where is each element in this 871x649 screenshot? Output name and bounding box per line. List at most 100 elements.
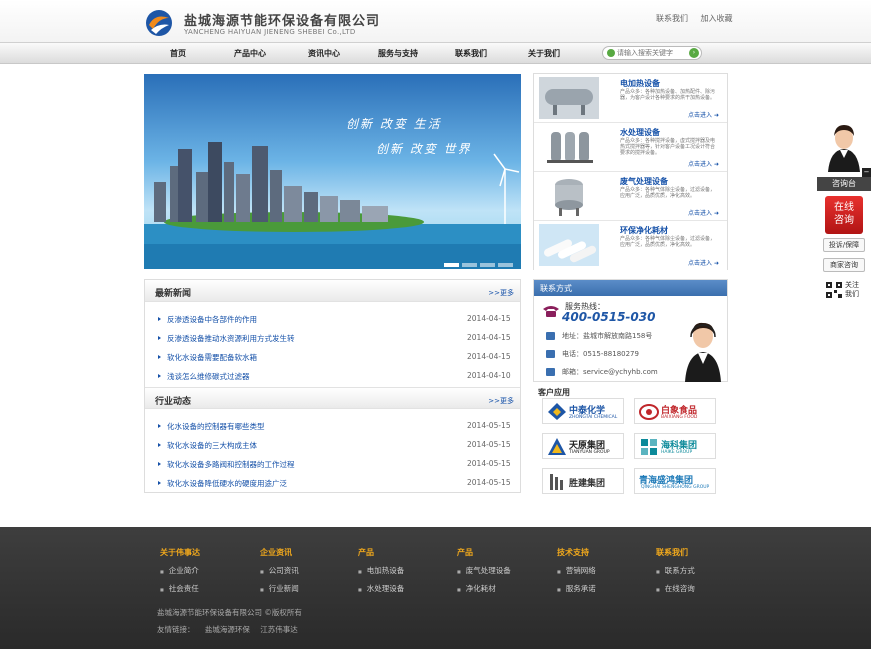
footer-link[interactable]: 服务承诺	[557, 583, 596, 594]
product-item[interactable]: 环保净化耗材 产品众多：各种气体除尘设备，过滤设备，应用广泛，品质优质，净化高效…	[534, 221, 727, 270]
qr-label-1: 关注	[845, 281, 859, 289]
online-line-1: 在线	[834, 202, 854, 213]
product-more-link[interactable]: 点击进入 ➜	[688, 159, 719, 168]
news-row[interactable]: 软化水设备需要配备软水箱 2014-04-15	[145, 348, 520, 367]
footer-link[interactable]: 水处理设备	[358, 583, 405, 594]
news-row[interactable]: 反渗透设备推动水资源利用方式发生转 2014-04-15	[145, 329, 520, 348]
client-logo[interactable]: 天原集团 TIANYUAN GROUP	[542, 433, 624, 459]
industry-link[interactable]: 软化水设备降低硬水的硬度用途广泛	[167, 478, 287, 489]
follow-us-qr[interactable]: 关注 我们	[823, 280, 865, 302]
bullet-icon	[158, 355, 161, 359]
copyright: 盐城海源节能环保设备有限公司 ©版权所有	[157, 608, 302, 617]
product-item[interactable]: 水处理设备 产品众多：各种搅拌设备，虚式搅拌器及电热式搅拌器等，针对客户设备工况…	[534, 123, 727, 172]
friend-link[interactable]: 江苏伟事达	[260, 625, 298, 634]
client-name-en: TIANYUAN GROUP	[569, 450, 610, 455]
main-nav: 首页 产品中心 资讯中心 服务与支持 联系我们 关于我们	[0, 42, 871, 64]
footer-link[interactable]: 废气处理设备	[457, 565, 511, 576]
qr-code-icon	[826, 282, 842, 298]
slide-dot[interactable]	[462, 263, 477, 267]
footer-col-title: 产品	[457, 548, 473, 557]
news-row[interactable]: 反渗透设备中各部件的作用 2014-04-15	[145, 310, 520, 329]
industry-link[interactable]: 软化水设备的三大构成主体	[167, 440, 257, 451]
footer-link[interactable]: 联系方式	[656, 565, 695, 576]
footer-link[interactable]: 净化耗材	[457, 583, 511, 594]
slide-dot[interactable]	[498, 263, 513, 267]
search-go-button[interactable]: ›	[689, 48, 699, 58]
contact-email[interactable]: 邮箱：service@ychyhb.com	[562, 367, 658, 377]
product-more-link[interactable]: 点击进入 ➜	[688, 208, 719, 217]
industry-date: 2014-05-15	[467, 478, 511, 487]
hero-banner[interactable]: 创新 改变 生活 创新 改变 世界	[144, 74, 521, 269]
slide-dot[interactable]	[444, 263, 459, 267]
product-name[interactable]: 电加热设备	[620, 78, 660, 89]
product-more-link[interactable]: 点击进入 ➜	[688, 258, 719, 267]
industry-link[interactable]: 软化水设备多路阀和控制器的工作过程	[167, 459, 295, 470]
nav-news[interactable]: 资讯中心	[308, 48, 340, 59]
complaint-button[interactable]: 投诉/保障	[823, 238, 865, 252]
footer-col-title: 企业资讯	[260, 548, 292, 557]
industry-link[interactable]: 化水设备的控制器有哪些类型	[167, 421, 265, 432]
footer-link[interactable]: 营销网络	[557, 565, 596, 576]
close-icon[interactable]: −	[862, 168, 871, 177]
product-image-water-treatment	[539, 126, 599, 168]
nav-contact[interactable]: 联系我们	[455, 48, 487, 59]
news-more-link[interactable]: >>更多	[488, 288, 514, 298]
merchant-consult-button[interactable]: 商家咨询	[823, 258, 865, 272]
product-image-exhaust-treatment	[539, 175, 599, 217]
news-row[interactable]: 浅谈怎么维修碳式过滤器 2014-04-10	[145, 367, 520, 386]
friend-link[interactable]: 盐城海源环保	[205, 625, 250, 634]
friend-links-label: 友情链接：	[157, 625, 195, 634]
footer-col-about: 关于伟事达 企业简介 社会责任	[160, 547, 200, 594]
banner-scene-image	[144, 142, 521, 269]
client-logo[interactable]: 中泰化学 ZHONGTAI CHEMICAL	[542, 398, 624, 424]
search-input[interactable]	[617, 48, 687, 58]
product-more-link[interactable]: 点击进入 ➜	[688, 110, 719, 119]
industry-row[interactable]: 软化水设备降低硬水的硬度用途广泛 2014-05-15	[145, 474, 520, 493]
industry-row[interactable]: 软化水设备多路阀和控制器的工作过程 2014-05-15	[145, 455, 520, 474]
haike-logo-icon	[641, 439, 657, 455]
news-date: 2014-04-15	[467, 314, 511, 323]
nav-service[interactable]: 服务与支持	[378, 48, 418, 59]
slide-dot[interactable]	[480, 263, 495, 267]
news-link[interactable]: 浅谈怎么维修碳式过滤器	[167, 371, 250, 382]
product-name[interactable]: 废气处理设备	[620, 176, 668, 187]
client-logo[interactable]: 白象食品 BAIXIANG FOOD	[634, 398, 716, 424]
contact-address: 地址：盐城市解放南路158号	[562, 332, 653, 340]
news-link[interactable]: 软化水设备需要配备软水箱	[167, 352, 257, 363]
footer-link[interactable]: 在线咨询	[656, 583, 695, 594]
consult-float-widget: − 咨询台 在线 咨询 投诉/保障 商家咨询 关注 我们	[817, 120, 871, 308]
news-header: 最新新闻 >>更多	[145, 280, 520, 302]
footer-link[interactable]: 公司资讯	[260, 565, 299, 576]
product-name[interactable]: 水处理设备	[620, 127, 660, 138]
news-link[interactable]: 反渗透设备中各部件的作用	[167, 314, 257, 325]
bullet-icon	[158, 424, 161, 428]
news-link[interactable]: 反渗透设备推动水资源利用方式发生转	[167, 333, 295, 344]
client-logo[interactable]: 胜建集团	[542, 468, 624, 494]
client-logo[interactable]: 青海盛鸿集团 QINGHAI SHENGHONG GROUP	[634, 468, 716, 494]
bullet-icon	[158, 443, 161, 447]
product-item[interactable]: 废气处理设备 产品众多：各种气体除尘设备，过滤设备，应用广泛，品质优质，净化高效…	[534, 172, 727, 221]
header: 盐城海源节能环保设备有限公司 YANCHENG HAIYUAN JIENENG …	[0, 0, 871, 42]
client-name-en: BAIXIANG FOOD	[661, 415, 698, 420]
phone-icon	[546, 350, 555, 358]
industry-row[interactable]: 化水设备的控制器有哪些类型 2014-05-15	[145, 417, 520, 436]
industry-row[interactable]: 软化水设备的三大构成主体 2014-05-15	[145, 436, 520, 455]
footer-link[interactable]: 电加热设备	[358, 565, 405, 576]
nav-products[interactable]: 产品中心	[234, 48, 266, 59]
client-logo[interactable]: 海科集团 HAIKE GROUP	[634, 433, 716, 459]
nav-about[interactable]: 关于我们	[528, 48, 560, 59]
footer-link[interactable]: 企业简介	[160, 565, 200, 576]
online-consult-button[interactable]: 在线 咨询	[825, 196, 863, 234]
footer-link[interactable]: 行业新闻	[260, 583, 299, 594]
contact-us-link[interactable]: 联系我们	[656, 14, 688, 23]
bookmark-link[interactable]: 加入收藏	[701, 14, 733, 23]
footer-link[interactable]: 社会责任	[160, 583, 200, 594]
product-name[interactable]: 环保净化耗材	[620, 225, 668, 236]
industry-more-link[interactable]: >>更多	[488, 396, 514, 406]
product-desc: 产品众多：各种气体除尘设备，过滤设备，应用广泛，品质优质，净化高效。	[620, 187, 716, 199]
company-logo-icon[interactable]	[145, 9, 173, 37]
company-name-en: YANCHENG HAIYUAN JIENENG SHEBEI Co.,LTD	[184, 28, 356, 36]
product-item[interactable]: 电加热设备 产品众多：各种加热设备、加热配件、除污器，为客户设计各种要求的烘干加…	[534, 74, 727, 123]
nav-home[interactable]: 首页	[170, 48, 186, 59]
online-line-2: 咨询	[834, 215, 854, 226]
